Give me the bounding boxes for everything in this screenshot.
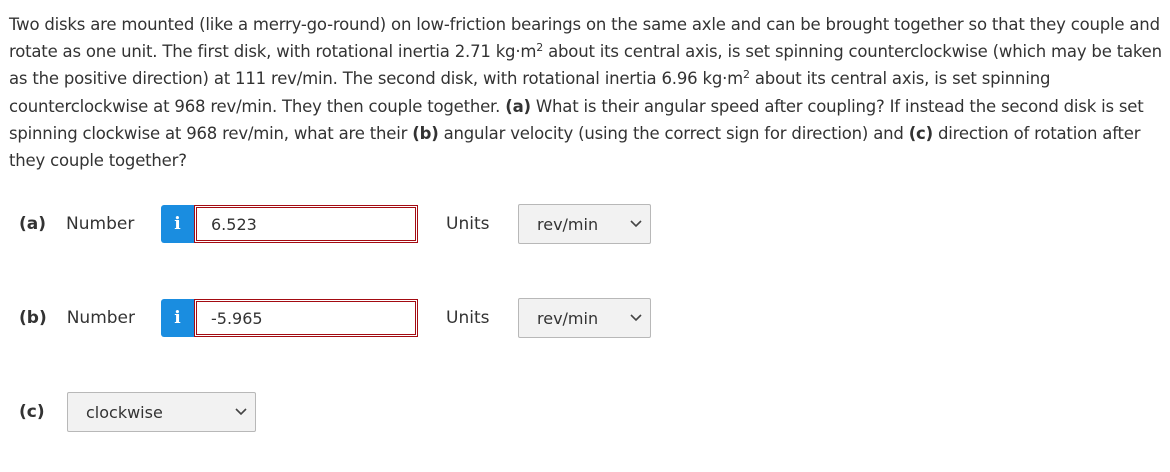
select-value: clockwise	[86, 402, 163, 422]
answer-row-b: (b) Number i -5.965 Units rev/min	[0, 298, 1170, 338]
part-label-a: (a) Number	[19, 214, 134, 234]
part-letter: (a)	[19, 214, 47, 234]
part-letter: (c)	[19, 402, 45, 422]
info-icon[interactable]: i	[161, 299, 194, 337]
info-icon-glyph: i	[174, 308, 181, 328]
answer-input-b[interactable]: -5.965	[194, 299, 418, 337]
number-label: Number	[66, 308, 136, 328]
input-value: 6.523	[211, 214, 257, 234]
chevron-down-icon	[235, 408, 247, 416]
part-label-c: (c)	[19, 402, 45, 422]
number-label: Number	[66, 214, 135, 234]
part-marker-c: (c)	[908, 123, 933, 143]
part-marker-b: (b)	[412, 123, 439, 143]
part-letter: (b)	[19, 308, 47, 328]
answer-row-a: (a) Number i 6.523 Units rev/min	[0, 204, 1170, 244]
units-select-a[interactable]: rev/min	[518, 204, 651, 244]
info-icon[interactable]: i	[161, 205, 194, 243]
units-label-a: Units	[446, 214, 490, 234]
select-value: rev/min	[537, 214, 599, 234]
input-value: -5.965	[211, 308, 263, 328]
superscript: 2	[743, 68, 750, 82]
chevron-down-icon	[630, 314, 642, 322]
units-label-b: Units	[446, 308, 490, 328]
chevron-down-icon	[630, 220, 642, 228]
direction-select-c[interactable]: clockwise	[67, 392, 256, 432]
part-marker-a: (a)	[505, 96, 531, 116]
info-icon-glyph: i	[174, 214, 181, 234]
select-value: rev/min	[537, 308, 599, 328]
answer-row-c: (c) clockwise	[0, 392, 1170, 432]
question-text: Two disks are mounted (like a merry-go-r…	[9, 11, 1167, 174]
part-label-b: (b) Number	[19, 308, 135, 328]
question-segment: angular velocity (using the correct sign…	[438, 123, 909, 143]
units-select-b[interactable]: rev/min	[518, 298, 651, 338]
answer-input-a[interactable]: 6.523	[194, 205, 418, 243]
